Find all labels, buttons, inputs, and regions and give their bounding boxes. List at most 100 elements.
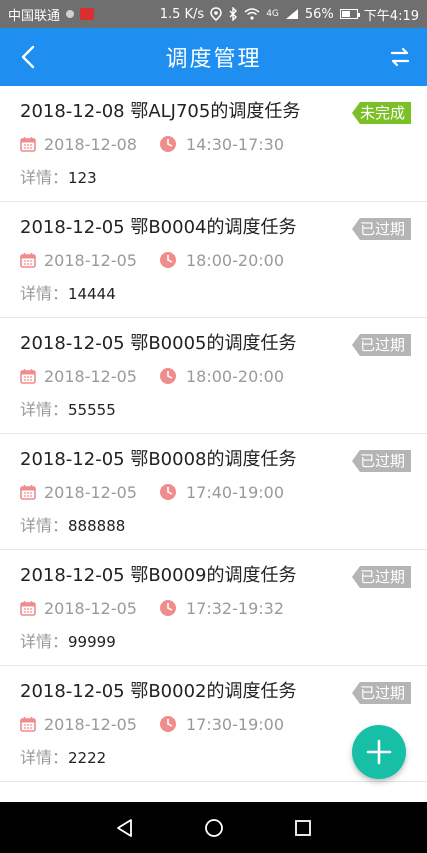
clock-icon [160,716,176,732]
battery-percent: 56% [304,6,334,22]
task-list[interactable]: 2018-12-08 鄂ALJ705的调度任务 未完成 2018-12-08 14:3… [0,86,427,802]
task-meta: 2018-12-05 17:40-19:00 [20,480,407,504]
nav-home-button[interactable] [199,813,229,843]
square-recents-icon [294,819,311,836]
back-button[interactable] [12,40,44,74]
task-date: 2018-12-05 [44,482,137,502]
task-card[interactable]: 2018-12-08 鄂ALJ705的调度任务 未完成 2018-12-08 14:3… [0,86,427,202]
nav-recents-button[interactable] [288,813,318,843]
calendar-icon [20,252,36,268]
clock-icon [160,600,176,616]
detail-value: 2222 [68,749,107,767]
task-detail: 详情：123 [20,164,407,187]
task-time: 17:30-19:00 [186,714,284,734]
switch-button[interactable] [383,40,417,74]
task-time-group: 14:30-17:30 [160,135,284,154]
task-meta: 2018-12-05 18:00-20:00 [20,248,407,272]
clock-icon [160,252,176,268]
clock-icon [160,484,176,500]
location-icon [210,7,222,21]
task-title: 2018-12-05 鄂B0002的调度任务 [20,681,297,702]
circle-home-icon [204,818,223,837]
status-badge: 未完成 [351,102,411,124]
plus-icon [366,739,392,765]
task-time: 14:30-17:30 [186,134,284,154]
page-title: 调度管理 [165,47,262,72]
detail-label: 详情： [20,516,69,535]
task-title: 2018-12-05 鄂B0004的调度任务 [20,217,297,238]
clock-time: 下午4:19 [363,8,419,24]
detail-label: 详情： [20,748,69,767]
network-speed: 1.5 K/s [159,6,205,22]
status-badge: 已过期 [351,218,411,240]
detail-label: 详情： [20,284,69,303]
clock-icon [160,368,176,384]
detail-value: 55555 [68,401,116,419]
task-time: 17:32-19:32 [186,598,284,618]
triangle-back-icon [116,818,132,837]
calendar-icon [20,484,36,500]
app-notification-icon [80,8,95,20]
task-detail: 详情：2222 [20,744,407,767]
wifi-icon [244,8,260,20]
task-date: 2018-12-05 [44,250,137,270]
system-nav-bar [0,802,427,853]
task-card[interactable]: 2018-12-05 鄂B0005的调度任务 已过期 2018-12-05 18:00… [0,318,427,434]
status-bar: 中国联通 1.5 K/s 4G 56% 下午4:19 [0,0,427,28]
swap-arrows-icon [390,47,410,67]
task-detail: 详情：55555 [20,396,407,419]
signal-icon [285,9,298,19]
bluetooth-icon [229,7,238,21]
task-card[interactable]: 2018-12-05 鄂B0004的调度任务 已过期 2018-12-05 18:00… [0,202,427,318]
task-meta: 2018-12-05 17:32-19:32 [20,596,407,620]
task-time-group: 17:30-19:00 [160,715,284,734]
task-time: 18:00-20:00 [186,250,284,270]
detail-value: 14444 [68,285,116,303]
detail-value: 99999 [68,633,116,651]
status-right: 1.5 K/s 4G 56% 下午4:19 [160,5,419,24]
task-meta: 2018-12-05 17:30-19:00 [20,712,407,736]
carrier-label: 中国联通 [8,8,61,24]
task-time-group: 18:00-20:00 [160,367,284,386]
add-task-button[interactable] [352,725,406,779]
status-badge: 已过期 [351,450,411,472]
signal-type: 4G [266,9,279,19]
task-time-group: 17:32-19:32 [160,599,284,618]
detail-label: 详情： [20,400,69,419]
task-card[interactable]: 2018-12-05 鄂B0008的调度任务 已过期 2018-12-05 17:40… [0,434,427,550]
notification-icon [66,10,75,18]
task-date: 2018-12-08 [44,134,137,154]
task-title: 2018-12-05 鄂B0009的调度任务 [20,565,297,586]
status-left: 中国联通 [8,5,95,24]
calendar-icon [20,136,36,152]
status-badge: 已过期 [351,566,411,588]
clock-icon [160,136,176,152]
task-detail: 详情：888888 [20,512,407,535]
chevron-left-icon [21,45,35,69]
status-badge: 已过期 [351,682,411,704]
task-time: 17:40-19:00 [186,482,284,502]
task-detail: 详情：14444 [20,280,407,303]
detail-value: 123 [68,169,97,187]
calendar-icon [20,368,36,384]
task-date: 2018-12-05 [44,598,137,618]
calendar-icon [20,600,36,616]
task-time: 18:00-20:00 [186,366,284,386]
battery-icon [339,9,360,19]
task-title: 2018-12-05 鄂B0008的调度任务 [20,449,297,470]
task-title: 2018-12-05 鄂B0005的调度任务 [20,333,297,354]
task-meta: 2018-12-05 18:00-20:00 [20,364,407,388]
task-meta: 2018-12-08 14:30-17:30 [20,132,407,156]
task-time-group: 17:40-19:00 [160,483,284,502]
nav-back-button[interactable] [110,813,140,843]
battery-fill [341,11,350,17]
task-detail: 详情：99999 [20,628,407,651]
task-date: 2018-12-05 [44,366,137,386]
task-card[interactable]: 2018-12-05 鄂B0009的调度任务 已过期 2018-12-05 17:32… [0,550,427,666]
status-badge: 已过期 [351,334,411,356]
detail-label: 详情： [20,168,69,187]
calendar-icon [20,716,36,732]
detail-label: 详情： [20,632,69,651]
task-time-group: 18:00-20:00 [160,251,284,270]
task-title: 2018-12-08 鄂ALJ705的调度任务 [20,101,301,122]
